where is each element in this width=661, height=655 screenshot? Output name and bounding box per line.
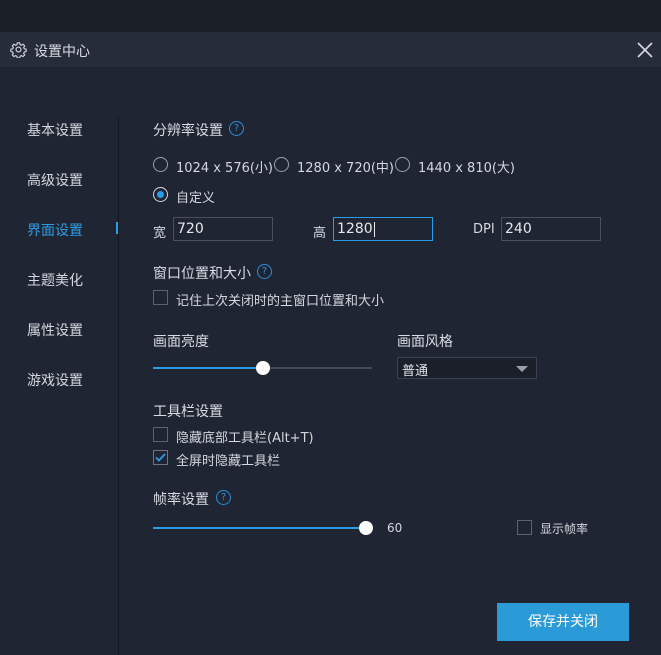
radio-1024-label: 1024 x 576(小) (176, 161, 273, 176)
remember-window-label: 记住上次关闭时的主窗口位置和大小 (176, 294, 385, 309)
radio-1280[interactable] (274, 157, 289, 172)
window-pos-title: 窗口位置和大小 (153, 266, 251, 282)
sidebar-divider (118, 117, 119, 655)
radio-1024[interactable] (153, 157, 168, 172)
window-title: 设置中心 (34, 44, 90, 60)
sidebar-item-theme[interactable]: 主题美化 (27, 270, 83, 290)
height-input[interactable]: 1280 (333, 217, 433, 241)
sidebar-item-advanced[interactable]: 高级设置 (27, 170, 83, 190)
active-indicator (116, 222, 118, 234)
text-caret (373, 221, 375, 237)
framerate-value: 60 (387, 521, 403, 535)
dpi-input[interactable]: 240 (501, 217, 601, 241)
hide-bottom-toolbar-label: 隐藏底部工具栏(Alt+T) (176, 431, 314, 446)
title-bar: 设置中心 (0, 32, 661, 67)
radio-custom-label: 自定义 (176, 191, 216, 206)
close-icon[interactable] (636, 41, 654, 59)
sidebar-item-interface[interactable]: 界面设置 (27, 220, 83, 240)
remember-window-checkbox[interactable] (153, 290, 168, 305)
radio-1440[interactable] (395, 157, 410, 172)
chevron-down-icon (516, 366, 528, 372)
framerate-slider-thumb[interactable] (359, 521, 373, 535)
style-title: 画面风格 (397, 334, 453, 350)
sidebar-item-properties[interactable]: 属性设置 (27, 320, 83, 340)
dpi-label: DPI (473, 222, 495, 237)
radio-custom[interactable] (153, 187, 168, 202)
framerate-slider-fill (153, 527, 366, 529)
show-fps-label: 显示帧率 (540, 522, 589, 536)
hide-fullscreen-toolbar-label: 全屏时隐藏工具栏 (176, 454, 281, 469)
check-icon (155, 453, 166, 462)
framerate-slider[interactable] (153, 527, 366, 529)
sidebar-item-game[interactable]: 游戏设置 (27, 370, 83, 390)
style-select[interactable]: 普通 (397, 357, 537, 379)
framerate-title: 帧率设置 (153, 492, 209, 508)
resolution-title: 分辨率设置 (153, 123, 223, 139)
radio-1280-label: 1280 x 720(中) (297, 161, 394, 176)
width-label: 宽 (153, 226, 167, 241)
sidebar-item-basic[interactable]: 基本设置 (27, 120, 83, 140)
toolbar-title: 工具栏设置 (153, 404, 223, 420)
framerate-help-icon[interactable]: ? (216, 490, 231, 505)
brightness-slider-fill (153, 367, 263, 369)
radio-1440-label: 1440 x 810(大) (418, 161, 515, 176)
brightness-slider-thumb[interactable] (256, 361, 270, 375)
save-and-close-button[interactable]: 保存并关闭 (497, 603, 629, 641)
style-select-value: 普通 (402, 364, 429, 379)
show-fps-checkbox[interactable] (517, 520, 532, 535)
top-strip (0, 0, 661, 32)
height-label: 高 (313, 226, 327, 241)
brightness-title: 画面亮度 (153, 334, 209, 350)
window-pos-help-icon[interactable]: ? (257, 264, 272, 279)
resolution-help-icon[interactable]: ? (229, 121, 244, 136)
sidebar (0, 67, 118, 655)
hide-bottom-toolbar-checkbox[interactable] (153, 427, 168, 442)
hide-fullscreen-toolbar-checkbox[interactable] (153, 450, 168, 465)
gear-icon (10, 42, 27, 58)
width-input[interactable]: 720 (173, 217, 273, 241)
